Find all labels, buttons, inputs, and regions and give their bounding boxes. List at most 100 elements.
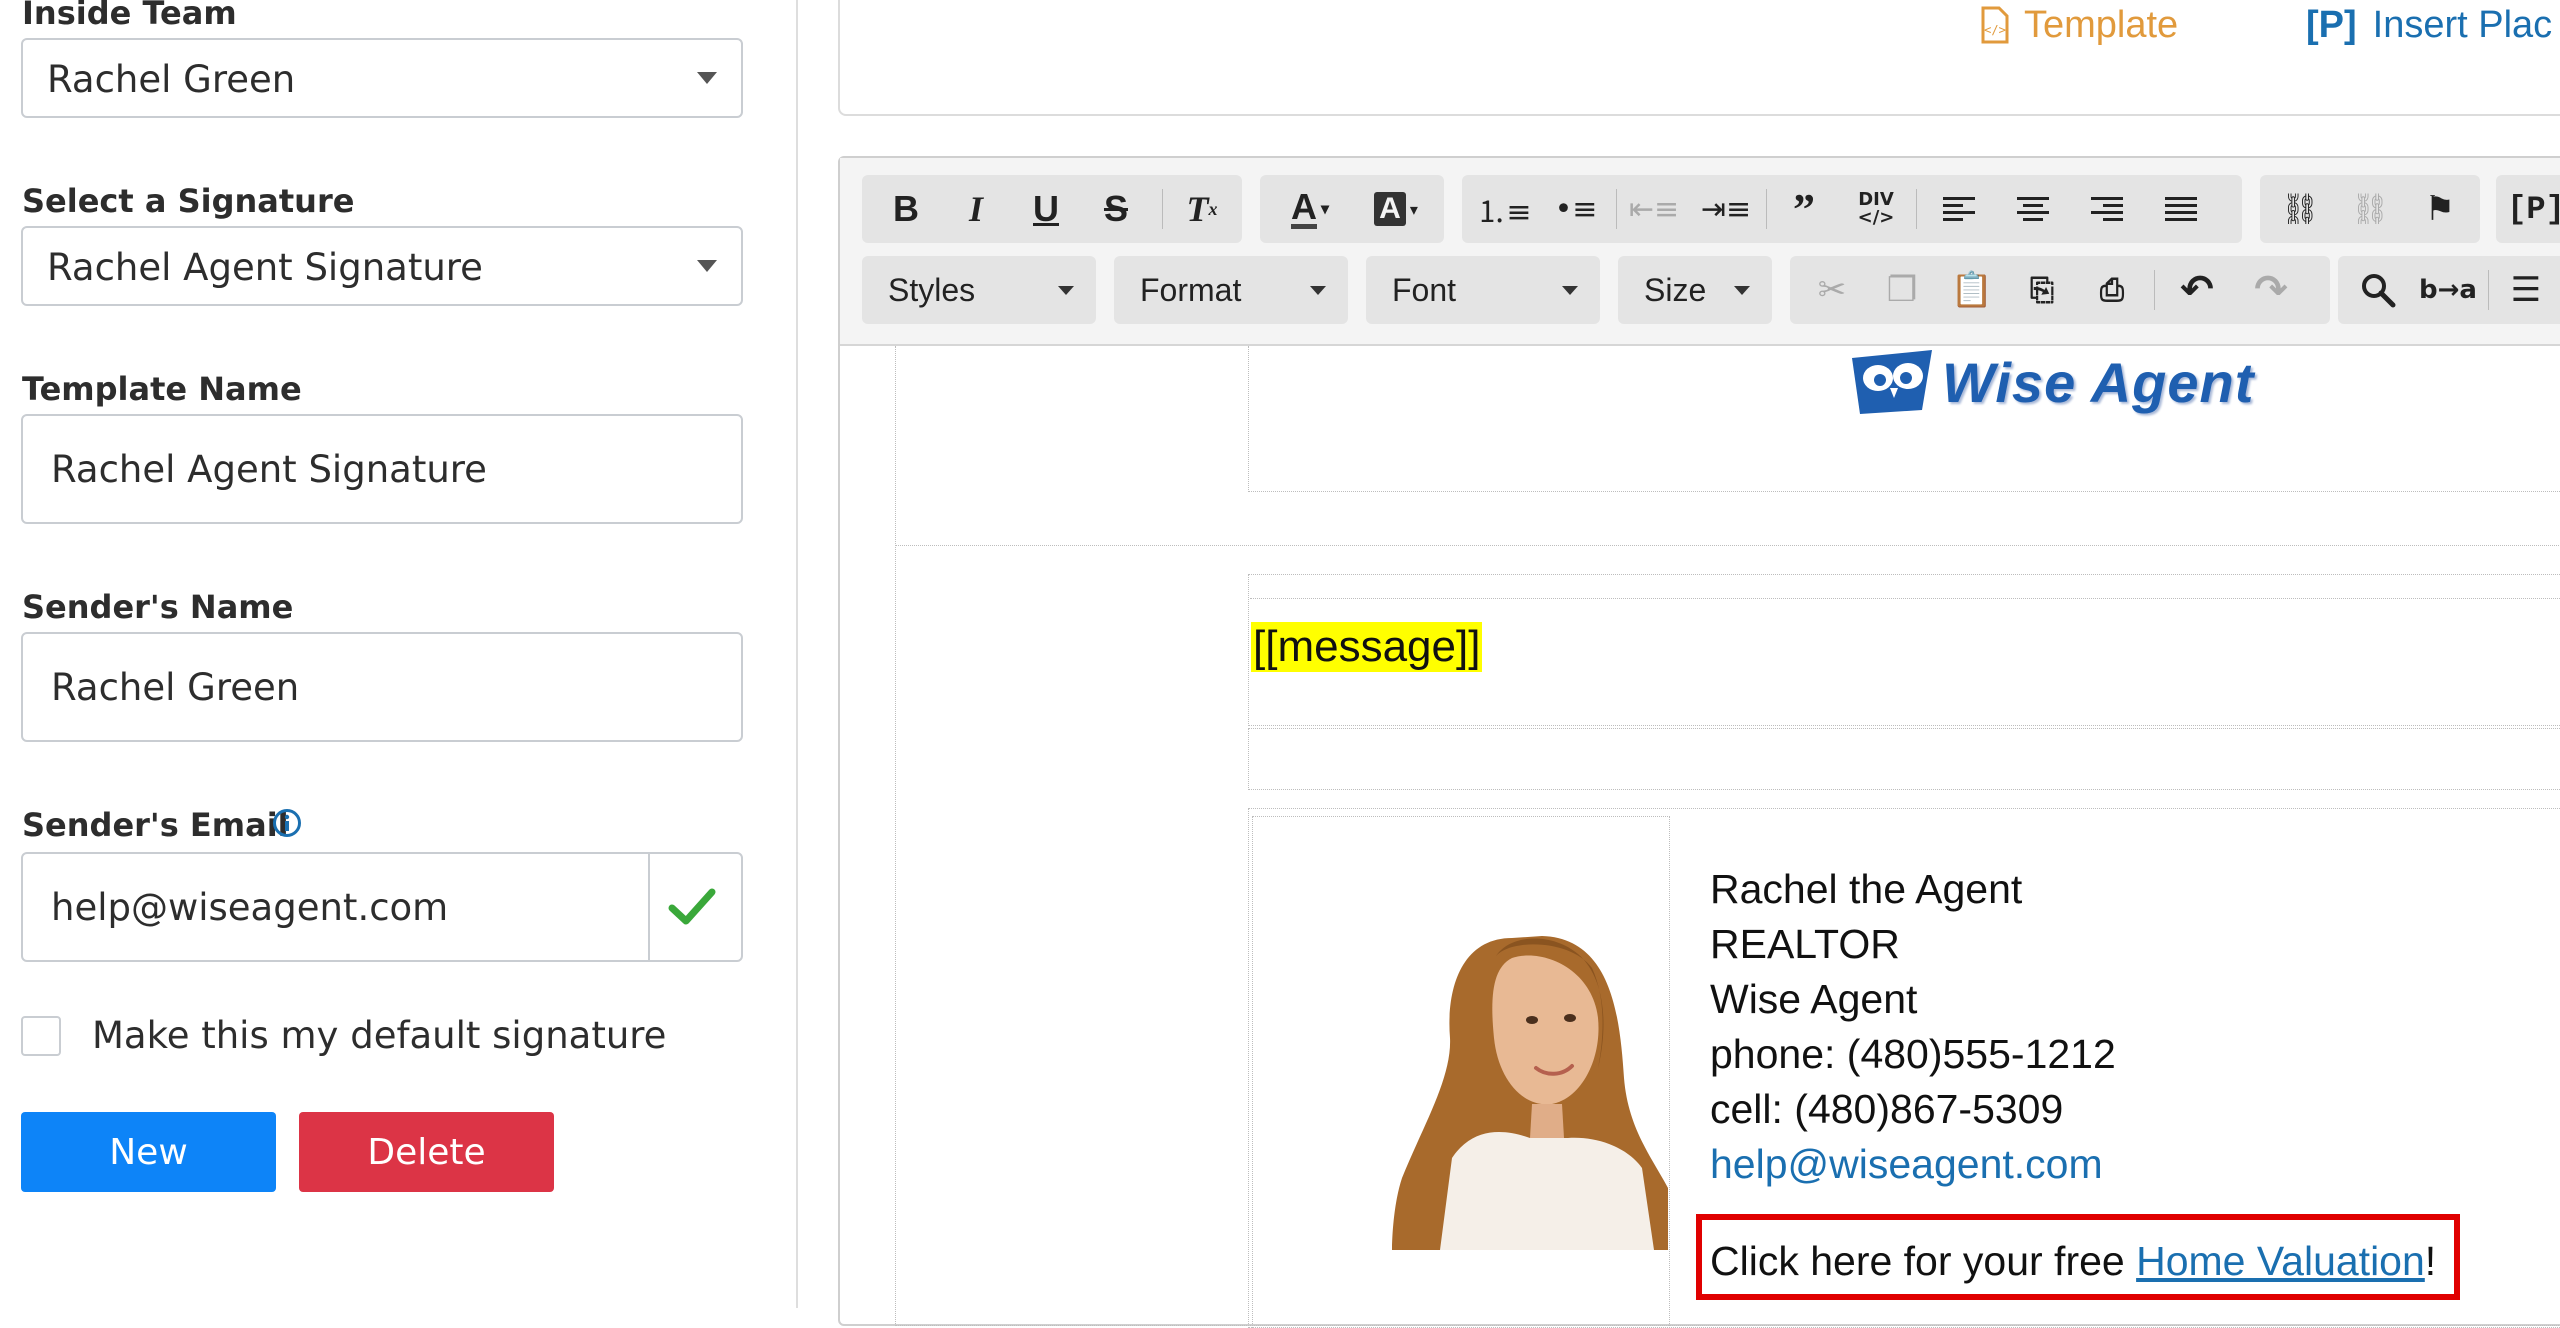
undo-icon[interactable]: ↶ [2162,256,2232,324]
font-dropdown[interactable]: Font [1366,256,1600,324]
link-icon[interactable]: ⛓ [2268,175,2332,243]
template-name-input[interactable]: Rachel Agent Signature [21,414,743,524]
signature-cell: cell: (480)867-5309 [1710,1086,2064,1132]
logo-text: Wise Agent [1942,351,2255,414]
editor-header-card [838,0,2560,116]
default-signature-label: Make this my default signature [92,1014,667,1057]
toolbar-separator [2488,270,2489,310]
template-file-icon: </> [1981,6,2009,44]
template-name-value: Rachel Agent Signature [51,448,487,491]
signature-name: Rachel the Agent [1710,866,2023,912]
home-valuation-link[interactable]: Home Valuation [2136,1238,2425,1284]
redo-icon[interactable]: ↷ [2236,256,2306,324]
strikethrough-icon[interactable]: S [1088,175,1144,243]
chevron-down-icon [1058,286,1074,295]
blockquote-icon[interactable]: ” [1774,175,1834,243]
chevron-down-icon [697,260,717,272]
call-to-action-text: Click here for your free Home Valuation! [1710,1234,2436,1289]
owl-icon [1852,350,1932,414]
chevron-down-icon [697,72,717,84]
check-icon [667,884,717,930]
replace-icon[interactable]: b→a [2416,256,2480,324]
inside-team-select[interactable]: Rachel Green [21,38,743,118]
message-placeholder: [[message]] [1251,622,1483,672]
anchor-flag-icon[interactable]: ⚑ [2408,175,2472,243]
info-icon[interactable] [272,808,302,838]
bold-icon[interactable]: B [878,175,934,243]
svg-text:</>: </> [1984,23,2006,37]
paste-word-icon[interactable]: ⎙ [2080,256,2144,324]
sender-name-value: Rachel Green [51,666,300,709]
copy-icon[interactable]: ❐ [1870,256,1934,324]
styles-dropdown[interactable]: Styles [862,256,1096,324]
justify-icon[interactable] [2146,175,2216,243]
remove-format-icon[interactable]: Tx [1174,175,1230,243]
format-label: Format [1140,272,1242,308]
template-link-label: Template [2024,3,2179,46]
text-color-icon[interactable]: A ▾ [1270,175,1350,243]
cta-prefix: Click here for your free [1710,1238,2137,1284]
inside-team-value: Rachel Green [47,58,296,101]
wise-agent-logo: Wise Agent [1846,344,2253,418]
signature-title: REALTOR [1710,921,1900,967]
delete-button[interactable]: Delete [299,1112,554,1192]
increase-indent-icon[interactable]: ⇥≡ [1696,175,1756,243]
toolbar-group-paragraph: ⒈≡ •≡ ⇤≡ ⇥≡ ” DIV </> [1462,175,2242,243]
sender-email-label: Sender's Email [22,806,289,844]
background-color-icon[interactable]: A ▾ [1356,175,1436,243]
align-center-icon[interactable] [1998,175,2068,243]
chevron-down-icon [1310,286,1326,295]
signature-select[interactable]: Rachel Agent Signature [21,226,743,306]
cta-suffix: ! [2424,1238,2437,1284]
align-right-icon[interactable] [2072,175,2142,243]
signature-email-link[interactable]: help@wiseagent.com [1710,1137,2103,1192]
size-label: Size [1644,272,1707,308]
signature-label: Select a Signature [22,182,355,220]
table-row-divider [895,545,2560,546]
styles-label: Styles [888,272,976,308]
sender-name-label: Sender's Name [22,588,294,626]
toolbar-separator [1162,189,1163,229]
sender-email-value: help@wiseagent.com [51,886,449,929]
toolbar-group-colors: A ▾ A ▾ [1260,175,1444,243]
numbered-list-icon[interactable]: ⒈≡ [1474,175,1534,243]
size-dropdown[interactable]: Size [1618,256,1772,324]
signature-phone: phone: (480)555-1212 [1710,1031,2116,1077]
sender-email-input[interactable]: help@wiseagent.com [21,852,743,962]
default-signature-checkbox[interactable] [21,1016,61,1056]
sender-name-input[interactable]: Rachel Green [21,632,743,742]
chevron-down-icon [1734,286,1750,295]
template-name-label: Template Name [22,370,302,408]
input-divider [648,854,650,960]
create-div-icon[interactable]: DIV </> [1846,175,1906,243]
unlink-icon[interactable]: ⛓ [2338,175,2402,243]
format-dropdown[interactable]: Format [1114,256,1348,324]
paste-text-icon[interactable]: ⎘ [2010,256,2074,324]
signature-value: Rachel Agent Signature [47,246,483,289]
inside-team-label: Inside Team [22,0,237,32]
paste-icon[interactable]: 📋 [1940,256,2004,324]
agent-photo [1392,928,1668,1250]
select-all-icon[interactable]: ☰ [2494,256,2558,324]
toolbar-group-placeholder: [P] [2496,175,2560,243]
toolbar-group-links: ⛓ ⛓ ⚑ [2260,175,2480,243]
placeholder-icon: [P] [2306,3,2357,46]
cut-icon[interactable]: ✂ [1800,256,1864,324]
insert-placeholder-link[interactable]: [P] Insert Plac [2306,0,2552,50]
align-left-icon[interactable] [1924,175,1994,243]
toolbar-separator [1616,189,1617,229]
toolbar-separator [1766,189,1767,229]
insert-placeholder-label: Insert Plac [2372,3,2553,46]
font-label: Font [1392,272,1457,308]
toolbar-separator [2154,270,2155,310]
bulleted-list-icon[interactable]: •≡ [1546,175,1606,243]
new-button[interactable]: New [21,1112,276,1192]
decrease-indent-icon[interactable]: ⇤≡ [1624,175,1684,243]
underline-icon[interactable]: U [1018,175,1074,243]
template-link[interactable]: </> Template [1980,0,2178,50]
find-icon[interactable] [2346,256,2410,324]
placeholder-icon[interactable]: [P] [2504,175,2560,243]
italic-icon[interactable]: I [948,175,1004,243]
toolbar-group-find: b→a ☰ [2338,256,2560,324]
signature-company: Wise Agent [1710,976,1918,1022]
